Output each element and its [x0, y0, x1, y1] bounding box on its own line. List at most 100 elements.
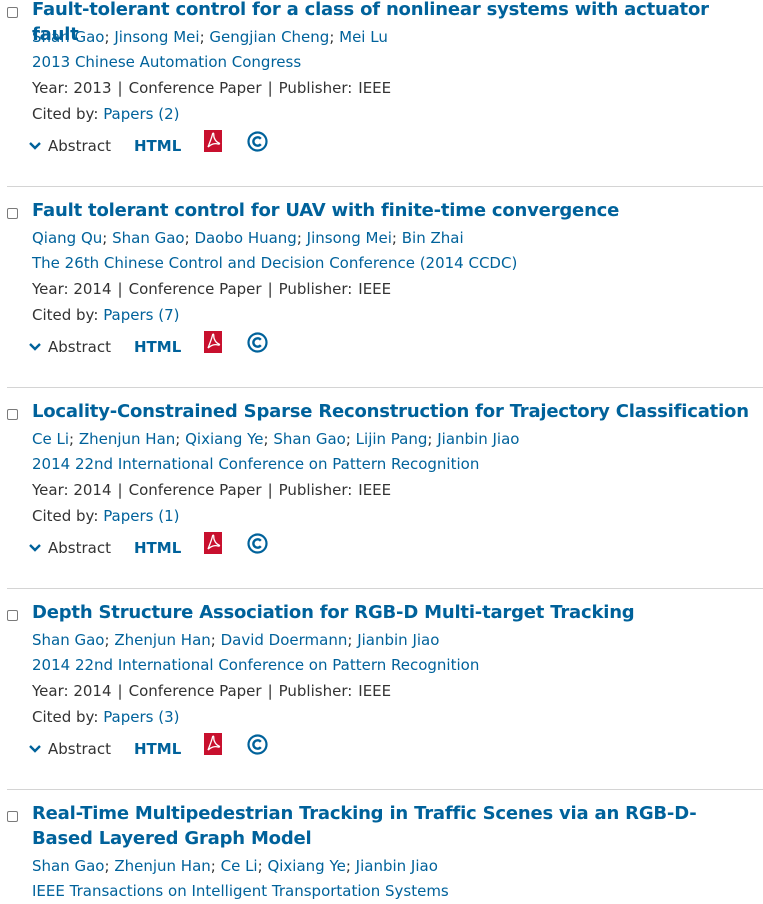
author-link[interactable]: Shan Gao	[32, 857, 105, 875]
abstract-label: Abstract	[48, 539, 111, 557]
author-link[interactable]: Bin Zhai	[402, 229, 464, 247]
cited-by: Cited by: Papers (2)	[32, 104, 180, 124]
pdf-icon[interactable]	[204, 331, 222, 353]
author-link[interactable]: Gengjian Cheng	[209, 28, 329, 46]
result-item: Locality-Constrained Sparse Reconstructi…	[0, 399, 763, 603]
year-label: Year:	[32, 280, 69, 298]
copyright-icon[interactable]	[247, 734, 268, 755]
select-checkbox[interactable]	[7, 610, 18, 621]
year-value: 2014	[73, 682, 112, 700]
venue-link[interactable]: 2013 Chinese Automation Congress	[32, 52, 301, 72]
result-item: Real-Time Multipedestrian Tracking in Tr…	[0, 801, 763, 904]
venue-link[interactable]: 2014 22nd International Conference on Pa…	[32, 454, 479, 474]
author-link[interactable]: Shan Gao	[32, 631, 105, 649]
select-checkbox[interactable]	[7, 7, 18, 18]
abstract-toggle[interactable]: Abstract	[28, 739, 111, 759]
cited-by: Cited by: Papers (3)	[32, 707, 180, 727]
author-link[interactable]: Mei Lu	[339, 28, 388, 46]
html-link[interactable]: HTML	[134, 337, 181, 357]
author-link[interactable]: Lijin Pang	[356, 430, 428, 448]
copyright-icon[interactable]	[247, 332, 268, 353]
copyright-icon[interactable]	[247, 131, 268, 152]
author-link[interactable]: Shan Gao	[112, 229, 185, 247]
copyright-icon[interactable]	[247, 533, 268, 554]
author-link[interactable]: Qiang Qu	[32, 229, 102, 247]
cited-by-papers-link[interactable]: Papers (3)	[103, 708, 179, 726]
html-link[interactable]: HTML	[134, 136, 181, 156]
abstract-label: Abstract	[48, 338, 111, 356]
select-checkbox[interactable]	[7, 409, 18, 420]
author-link[interactable]: Ce Li	[221, 857, 258, 875]
year-label: Year:	[32, 682, 69, 700]
result-item: Depth Structure Association for RGB-D Mu…	[0, 600, 763, 804]
author-link[interactable]: David Doermann	[221, 631, 348, 649]
author-link[interactable]: Jianbin Jiao	[437, 430, 519, 448]
author-link[interactable]: Zhenjun Han	[79, 430, 175, 448]
author-link[interactable]: Zhenjun Han	[114, 631, 210, 649]
year-value: 2014	[73, 280, 112, 298]
author-list: Ce Li; Zhenjun Han; Qixiang Ye; Shan Gao…	[32, 430, 520, 448]
author-link[interactable]: Qixiang Ye	[267, 857, 345, 875]
result-separator	[7, 789, 763, 790]
abstract-toggle[interactable]: Abstract	[28, 136, 111, 156]
author-link[interactable]: Qixiang Ye	[185, 430, 263, 448]
result-separator	[7, 588, 763, 589]
result-title-link[interactable]: Fault tolerant control for UAV with fini…	[32, 198, 757, 223]
year-value: 2013	[73, 79, 112, 97]
author-link[interactable]: Shan Gao	[32, 28, 105, 46]
chevron-down-icon	[29, 745, 41, 753]
cited-by-label: Cited by:	[32, 105, 99, 123]
abstract-label: Abstract	[48, 137, 111, 155]
pdf-icon[interactable]	[204, 532, 222, 554]
cited-by-label: Cited by:	[32, 708, 99, 726]
content-type: Conference Paper	[128, 682, 262, 700]
author-link[interactable]: Jianbin Jiao	[357, 631, 439, 649]
result-item: Fault-tolerant control for a class of no…	[0, 0, 763, 201]
author-link[interactable]: Ce Li	[32, 430, 69, 448]
abstract-toggle[interactable]: Abstract	[28, 538, 111, 558]
publisher-label: Publisher:	[278, 79, 353, 97]
year-label: Year:	[32, 79, 69, 97]
result-separator	[7, 387, 763, 388]
publisher-value: IEEE	[358, 280, 392, 298]
result-title-link[interactable]: Depth Structure Association for RGB-D Mu…	[32, 600, 757, 625]
select-checkbox[interactable]	[7, 811, 18, 822]
pdf-icon[interactable]	[204, 130, 222, 152]
venue-link[interactable]: IEEE Transactions on Intelligent Transpo…	[32, 881, 449, 901]
author-link[interactable]: Zhenjun Han	[114, 857, 210, 875]
author-link[interactable]: Shan Gao	[273, 430, 346, 448]
cited-by-label: Cited by:	[32, 306, 99, 324]
publisher-label: Publisher:	[278, 682, 353, 700]
abstract-toggle[interactable]: Abstract	[28, 337, 111, 357]
chevron-down-icon	[29, 544, 41, 552]
venue-link[interactable]: 2014 22nd International Conference on Pa…	[32, 655, 479, 675]
author-link[interactable]: Daobo Huang	[194, 229, 296, 247]
author-link[interactable]: Jianbin Jiao	[356, 857, 438, 875]
author-link[interactable]: Jinsong Mei	[307, 229, 392, 247]
cited-by: Cited by: Papers (1)	[32, 506, 180, 526]
abstract-label: Abstract	[48, 740, 111, 758]
select-checkbox[interactable]	[7, 208, 18, 219]
publisher-value: IEEE	[358, 682, 392, 700]
publisher-label: Publisher:	[278, 280, 353, 298]
cited-by-papers-link[interactable]: Papers (1)	[103, 507, 179, 525]
publication-meta: Year: 2014 | Conference Paper | Publisher: IE…	[32, 682, 392, 700]
result-title-link[interactable]: Locality-Constrained Sparse Reconstructi…	[32, 399, 757, 424]
chevron-down-icon	[29, 343, 41, 351]
result-title-link[interactable]: Real-Time Multipedestrian Tracking in Tr…	[32, 801, 757, 851]
result-separator	[7, 186, 763, 187]
content-type: Conference Paper	[128, 79, 262, 97]
html-link[interactable]: HTML	[134, 538, 181, 558]
publication-meta: Year: 2013 | Conference Paper | Publisher: IE…	[32, 79, 392, 97]
venue-link[interactable]: The 26th Chinese Control and Decision Co…	[32, 253, 517, 273]
cited-by-papers-link[interactable]: Papers (7)	[103, 306, 179, 324]
author-link[interactable]: Jinsong Mei	[114, 28, 199, 46]
author-list: Shan Gao; Zhenjun Han; Ce Li; Qixiang Ye…	[32, 857, 438, 875]
pdf-icon[interactable]	[204, 733, 222, 755]
cited-by-papers-link[interactable]: Papers (2)	[103, 105, 179, 123]
publication-meta: Year: 2014 | Conference Paper | Publisher: IE…	[32, 280, 392, 298]
html-link[interactable]: HTML	[134, 739, 181, 759]
author-list: Shan Gao; Zhenjun Han; David Doermann; J…	[32, 631, 440, 649]
author-list: Shan Gao; Jinsong Mei; Gengjian Cheng; M…	[32, 28, 388, 46]
chevron-down-icon	[29, 142, 41, 150]
